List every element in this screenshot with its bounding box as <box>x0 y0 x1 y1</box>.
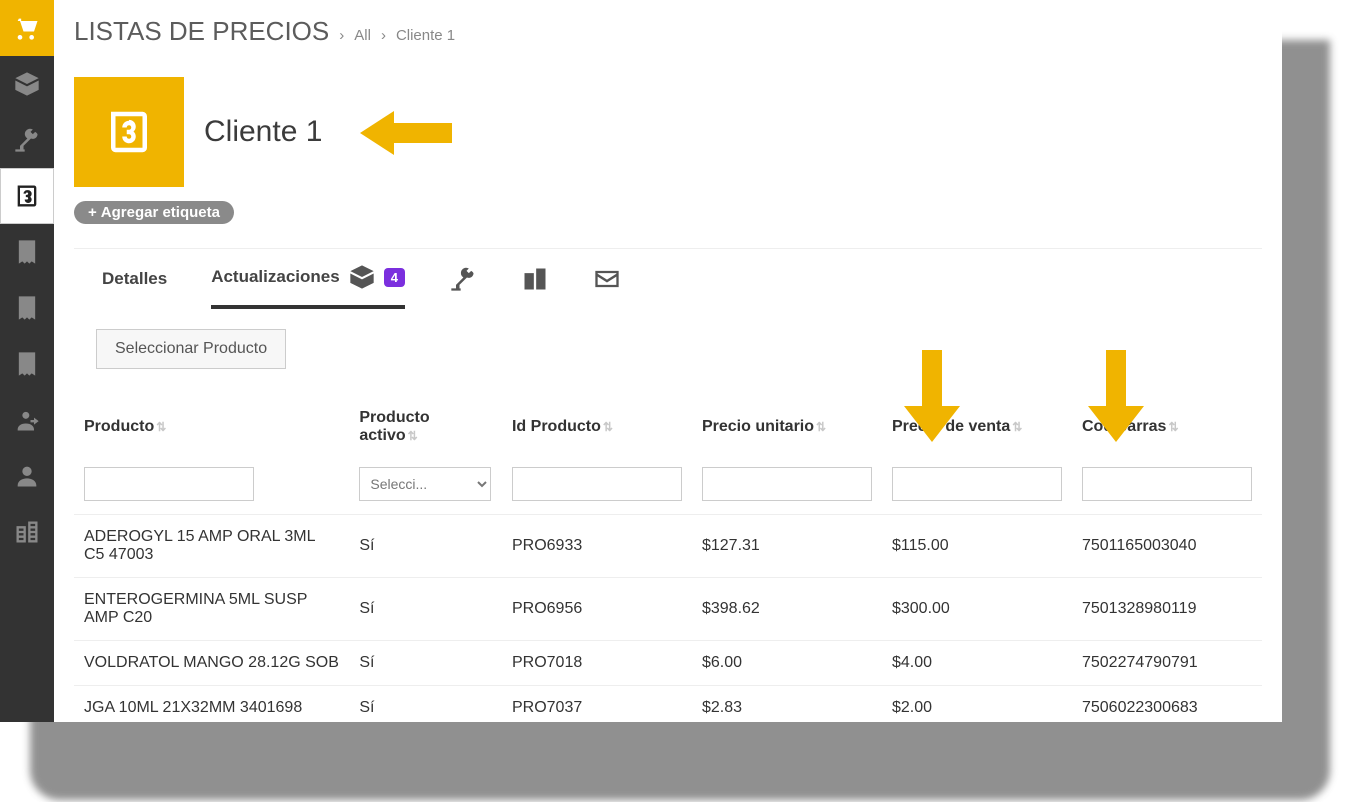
sort-icon: ⇅ <box>816 420 826 434</box>
po-icon <box>13 350 41 378</box>
main-panel: LISTAS DE PRECIOS › All › Cliente 1 Clie… <box>54 0 1282 722</box>
box-open-icon <box>13 70 41 98</box>
cell-product: ENTEROGERMINA 5ML SUSP AMP C20 <box>74 578 349 641</box>
hand-wrench-icon <box>449 265 477 293</box>
sidebar-item-transfer[interactable] <box>0 392 54 448</box>
sort-icon: ⇅ <box>1012 420 1022 434</box>
cell-barcode: 7506022300683 <box>1072 686 1262 723</box>
cell-sale_price: $115.00 <box>882 515 1072 578</box>
tab-updates-label: Actualizaciones <box>211 267 340 287</box>
sidebar-item-purchase-orders[interactable] <box>0 336 54 392</box>
cart-icon <box>13 14 41 42</box>
table-row[interactable]: VOLDRATOL MANGO 28.12G SOBSíPRO7018$6.00… <box>74 641 1262 686</box>
header-row: Cliente 1 <box>74 77 1262 187</box>
sidebar-item-pricing[interactable] <box>0 168 54 224</box>
table-row[interactable]: JGA 10ML 21X32MM 3401698SíPRO7037$2.83$2… <box>74 686 1262 723</box>
annotation-arrow-down-unit-price <box>904 350 960 442</box>
breadcrumb-level1[interactable]: All <box>354 27 371 44</box>
cell-id: PRO6933 <box>502 515 692 578</box>
breadcrumb-root[interactable]: LISTAS DE PRECIOS <box>74 16 329 47</box>
cell-unit_price: $398.62 <box>692 578 882 641</box>
cell-unit_price: $2.83 <box>692 686 882 723</box>
updates-badge: 4 <box>384 268 405 287</box>
sidebar-item-users[interactable] <box>0 448 54 504</box>
tab-details[interactable]: Detalles <box>102 269 167 303</box>
filter-id-input[interactable] <box>512 467 682 501</box>
cell-active: Sí <box>349 686 502 723</box>
hand-wrench-icon <box>13 126 41 154</box>
cell-unit_price: $6.00 <box>692 641 882 686</box>
filter-barcode-input[interactable] <box>1082 467 1252 501</box>
price-book-icon <box>13 182 41 210</box>
filter-active-select[interactable]: Selecci... <box>359 467 491 501</box>
cell-product: JGA 10ML 21X32MM 3401698 <box>74 686 349 723</box>
filter-product-input[interactable] <box>84 467 254 501</box>
tab-company[interactable] <box>521 265 549 307</box>
invoice-icon <box>13 238 41 266</box>
tab-email[interactable] <box>593 265 621 307</box>
add-tag-label: Agregar etiqueta <box>101 204 220 221</box>
cell-active: Sí <box>349 515 502 578</box>
col-active[interactable]: Producto activo⇅ <box>349 401 502 454</box>
sort-icon: ⇅ <box>156 420 166 434</box>
sidebar-item-invoices[interactable] <box>0 224 54 280</box>
cell-active: Sí <box>349 641 502 686</box>
cell-sale_price: $2.00 <box>882 686 1072 723</box>
sidebar-item-inventory[interactable] <box>0 56 54 112</box>
cell-barcode: 7501165003040 <box>1072 515 1262 578</box>
tab-details-label: Detalles <box>102 269 167 289</box>
filter-unit-price-input[interactable] <box>702 467 872 501</box>
table-row[interactable]: ENTEROGERMINA 5ML SUSP AMP C20SíPRO6956$… <box>74 578 1262 641</box>
person-arrow-icon <box>13 406 41 434</box>
col-unit-price[interactable]: Precio unitario⇅ <box>692 401 882 454</box>
cell-sale_price: $300.00 <box>882 578 1072 641</box>
user-icon <box>13 462 41 490</box>
annotation-arrow-down-sale-price <box>1088 350 1144 442</box>
select-product-button[interactable]: Seleccionar Producto <box>96 329 286 369</box>
sidebar-logo[interactable] <box>0 0 54 56</box>
table-row[interactable]: ADEROGYL 15 AMP ORAL 3ML C5 47003SíPRO69… <box>74 515 1262 578</box>
page-title: Cliente 1 <box>204 115 322 149</box>
chevron-right-icon: › <box>381 27 386 44</box>
breadcrumb-level2[interactable]: Cliente 1 <box>396 27 455 44</box>
sidebar-item-service[interactable] <box>0 112 54 168</box>
buildings-icon <box>521 265 549 293</box>
box-open-icon <box>348 263 376 291</box>
sidebar <box>0 0 54 722</box>
tabs: Detalles Actualizaciones 4 <box>74 248 1262 309</box>
add-tag-button[interactable]: + Agregar etiqueta <box>74 201 234 224</box>
filter-sale-price-input[interactable] <box>892 467 1062 501</box>
tab-service[interactable] <box>449 265 477 307</box>
cell-id: PRO6956 <box>502 578 692 641</box>
cell-barcode: 7502274790791 <box>1072 641 1262 686</box>
sort-icon: ⇅ <box>1168 420 1178 434</box>
cell-id: PRO7018 <box>502 641 692 686</box>
envelope-icon <box>593 265 621 293</box>
price-book-large-icon <box>102 105 156 159</box>
col-id[interactable]: Id Producto⇅ <box>502 401 692 454</box>
cell-unit_price: $127.31 <box>692 515 882 578</box>
breadcrumb: LISTAS DE PRECIOS › All › Cliente 1 <box>74 16 1262 47</box>
cell-sale_price: $4.00 <box>882 641 1072 686</box>
buildings-icon <box>13 518 41 546</box>
app-shell: LISTAS DE PRECIOS › All › Cliente 1 Clie… <box>0 0 1282 722</box>
sidebar-item-company[interactable] <box>0 504 54 560</box>
cell-product: VOLDRATOL MANGO 28.12G SOB <box>74 641 349 686</box>
cell-product: ADEROGYL 15 AMP ORAL 3ML C5 47003 <box>74 515 349 578</box>
cell-barcode: 7501328980119 <box>1072 578 1262 641</box>
sort-icon: ⇅ <box>603 420 613 434</box>
products-table: Producto⇅ Producto activo⇅ Id Producto⇅ … <box>74 401 1262 722</box>
col-product[interactable]: Producto⇅ <box>74 401 349 454</box>
record-icon-tile <box>74 77 184 187</box>
sidebar-item-sales-orders[interactable] <box>0 280 54 336</box>
cell-active: Sí <box>349 578 502 641</box>
plus-icon: + <box>88 204 97 221</box>
tab-updates[interactable]: Actualizaciones 4 <box>211 263 405 309</box>
sort-icon: ⇅ <box>408 429 418 443</box>
annotation-arrow-left <box>360 107 450 157</box>
chevron-right-icon: › <box>339 27 344 44</box>
so-icon <box>13 294 41 322</box>
cell-id: PRO7037 <box>502 686 692 723</box>
